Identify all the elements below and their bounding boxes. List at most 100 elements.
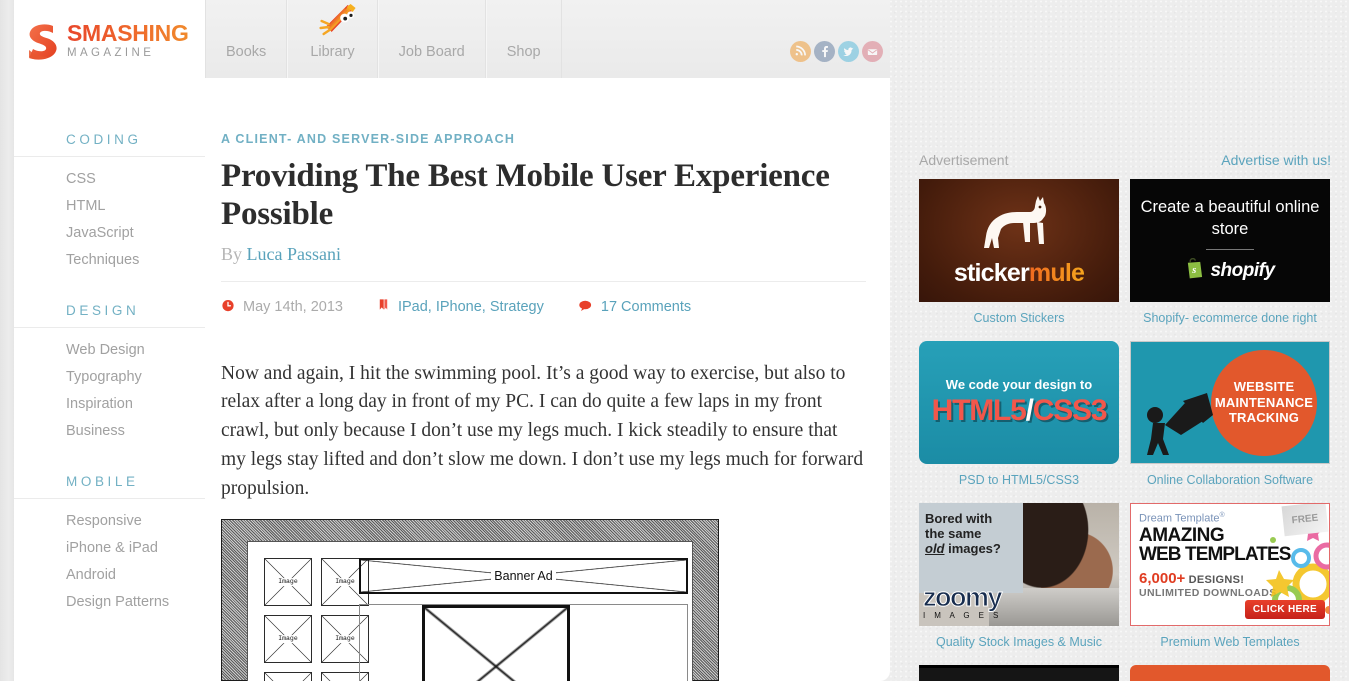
- primary-nav: Books Library Job Board Shop: [205, 0, 562, 78]
- sidebar-item-techniques[interactable]: Techniques: [14, 246, 205, 273]
- ad-caption[interactable]: Quality Stock Images & Music: [919, 626, 1119, 665]
- sidebar-heading: MOBILE: [14, 474, 205, 499]
- meta-comments: 17 Comments: [578, 298, 691, 316]
- ad-dream-free-badge: FREE: [1281, 504, 1329, 537]
- nav-tab-label: Job Board: [398, 44, 465, 60]
- ad-caption[interactable]: Premium Web Templates: [1130, 626, 1330, 665]
- ad-sticker-mule[interactable]: stickermule: [919, 179, 1119, 302]
- sidebar-item-business[interactable]: Business: [14, 417, 205, 444]
- ad-maintenance-badge: WEBSITE MAINTENANCE TRACKING: [1211, 349, 1317, 456]
- megaphone-icon: [1139, 389, 1215, 457]
- sidebar-item-html[interactable]: HTML: [14, 192, 205, 219]
- sidebar-item-iphone-ipad[interactable]: iPhone & iPad: [14, 534, 205, 561]
- mobile-wireframe-sketch: Image Image Image Image Image Image Bann…: [221, 519, 719, 681]
- facebook-icon[interactable]: [814, 41, 835, 62]
- ad-zoomy-logo: zoomy I M A G E S: [923, 582, 1039, 621]
- ad-dream-cta-button[interactable]: CLICK HERE: [1244, 600, 1325, 619]
- ad-html5-wordmark: HTML5/CSS3: [931, 394, 1108, 428]
- article-paragraph: Now and again, I hit the swimming pool. …: [221, 362, 864, 499]
- ad-partial-orange[interactable]: [1130, 665, 1330, 681]
- site-logo[interactable]: SMASHING MAGAZINE: [26, 18, 196, 64]
- sidebar-item-web-design[interactable]: Web Design: [14, 336, 205, 363]
- twitter-icon[interactable]: [838, 41, 859, 62]
- advertise-with-us-link[interactable]: Advertise with us!: [1221, 152, 1331, 168]
- ad-maintenance-line1: WEBSITE: [1233, 378, 1295, 394]
- ad-dream-count-suffix: DESIGNS!: [1185, 574, 1245, 587]
- site-logo-subtitle: MAGAZINE: [67, 47, 155, 60]
- sidebar-item-responsive[interactable]: Responsive: [14, 507, 205, 534]
- ad-shopify-wordmark: shopify: [1210, 259, 1275, 281]
- meta-tags-link[interactable]: IPad, IPhone, Strategy: [398, 299, 544, 315]
- ad-zoomy-copy: Bored with the same old images?: [919, 503, 1023, 593]
- ad-shopify-headline: Create a beautiful online store: [1140, 198, 1320, 238]
- rss-icon[interactable]: [790, 41, 811, 62]
- ad-word-sticker: sticker: [953, 258, 1030, 287]
- site-logo-text: SMASHING MAGAZINE: [67, 22, 189, 60]
- wireframe-image-placeholder: Image: [264, 558, 312, 606]
- ad-caption[interactable]: Shopify- ecommerce done right: [1130, 302, 1330, 341]
- wireframe-image-placeholder: Image: [264, 615, 312, 663]
- wireframe-image-label: Image: [265, 578, 311, 586]
- sidebar-heading: DESIGN: [14, 303, 205, 328]
- category-sidebar: CODING CSS HTML JavaScript Techniques DE…: [14, 78, 205, 681]
- sidebar-item-typography[interactable]: Typography: [14, 363, 205, 390]
- nav-tab-books[interactable]: Books: [205, 0, 288, 78]
- divider: [1206, 248, 1254, 250]
- sidebar-item-android[interactable]: Android: [14, 561, 205, 588]
- bookmark-icon: [377, 298, 390, 316]
- sidebar-group-design: DESIGN Web Design Typography Inspiration…: [14, 303, 205, 444]
- meta-date-text: May 14th, 2013: [243, 298, 343, 315]
- nav-tab-label: Books: [226, 44, 267, 60]
- sidebar-group-mobile: MOBILE Responsive iPhone & iPad Android …: [14, 474, 205, 615]
- ad-cell: We code your design to HTML5/CSS3 PSD to…: [919, 341, 1119, 503]
- ad-cell: stickermule Custom Stickers: [919, 179, 1119, 341]
- ad-zoomy-line3-rest: images?: [944, 541, 1001, 557]
- sidebar-item-css[interactable]: CSS: [14, 165, 205, 192]
- registered-mark: ®: [1219, 512, 1225, 519]
- advertising-rail: Advertisement Advertise with us! sticker…: [890, 0, 1349, 681]
- ad-html5-part-b: CSS3: [1032, 394, 1108, 427]
- nav-tab-library[interactable]: Library: [287, 0, 378, 78]
- article: A CLIENT- AND SERVER-SIDE APPROACH Provi…: [221, 132, 866, 504]
- ad-cell-partial: [1130, 665, 1330, 681]
- comment-bubble-icon: [578, 298, 593, 316]
- ad-html5-part-a: HTML5: [931, 394, 1027, 427]
- ad-cell-partial: [919, 665, 1119, 681]
- ad-caption[interactable]: Custom Stickers: [919, 302, 1119, 341]
- ad-website-maintenance-tracking[interactable]: WEBSITE MAINTENANCE TRACKING: [1130, 341, 1330, 464]
- ad-dream-template[interactable]: FREE Dream Template® AMAZING WEB TEMPLAT…: [1130, 503, 1330, 626]
- ad-caption[interactable]: PSD to HTML5/CSS3: [919, 464, 1119, 503]
- horse-icon: [980, 194, 1058, 257]
- ad-partial-dark[interactable]: [919, 665, 1119, 681]
- ad-html5-topline: We code your design to: [945, 377, 1093, 392]
- sidebar-group-coding: CODING CSS HTML JavaScript Techniques: [14, 132, 205, 273]
- mail-newsletter-icon[interactable]: [862, 41, 883, 62]
- ad-dream-count-value: 6,000+: [1139, 570, 1186, 588]
- sidebar-heading: CODING: [14, 132, 205, 157]
- ad-psd-to-html5[interactable]: We code your design to HTML5/CSS3: [919, 341, 1119, 464]
- ad-zoomy-subtitle: I M A G E S: [923, 611, 1002, 620]
- article-meta: May 14th, 2013 IPad, IPhone, Strategy 17…: [221, 298, 866, 316]
- author-link[interactable]: Luca Passani: [247, 244, 341, 264]
- ad-caption[interactable]: Online Collaboration Software: [1130, 464, 1330, 503]
- wireframe-thumbnail-grid: Image Image Image Image Image Image: [264, 558, 369, 681]
- sidebar-item-javascript[interactable]: JavaScript: [14, 219, 205, 246]
- nav-tab-label: Shop: [506, 44, 541, 60]
- ad-zoomy-images[interactable]: Bored with the same old images? zoomy I …: [919, 503, 1119, 626]
- sidebar-item-design-patterns[interactable]: Design Patterns: [14, 588, 205, 615]
- svg-text:s: s: [1192, 265, 1197, 276]
- advertising-rail-inner: Advertisement Advertise with us! sticker…: [919, 152, 1331, 681]
- site-logo-title: SMASHING: [67, 20, 189, 47]
- meta-comments-link[interactable]: 17 Comments: [601, 299, 691, 315]
- wireframe-image-label: Image: [265, 635, 311, 643]
- nav-tab-shop[interactable]: Shop: [485, 0, 562, 78]
- ad-shopify[interactable]: Create a beautiful online store s shopif: [1130, 179, 1330, 302]
- ad-cell: WEBSITE MAINTENANCE TRACKING Online Coll…: [1130, 341, 1330, 503]
- ad-cell: FREE Dream Template® AMAZING WEB TEMPLAT…: [1130, 503, 1330, 665]
- nav-tab-job-board[interactable]: Job Board: [377, 0, 486, 78]
- sidebar-item-inspiration[interactable]: Inspiration: [14, 390, 205, 417]
- ad-word-mule: mule: [1028, 258, 1085, 287]
- wireframe-banner-ad-slot: Banner Ad: [359, 558, 688, 594]
- advertisement-label: Advertisement: [919, 152, 1009, 168]
- ad-zoomy-line3-emphasis: old: [925, 541, 945, 557]
